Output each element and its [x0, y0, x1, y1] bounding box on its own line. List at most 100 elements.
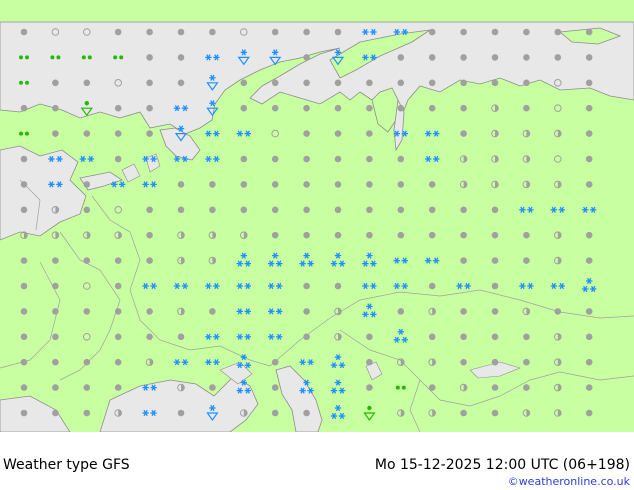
overcast-dot-icon — [240, 155, 248, 163]
overcast-dot-icon — [114, 104, 122, 112]
overcast-dot-icon — [52, 384, 59, 391]
overcast-dot-icon — [585, 79, 593, 87]
overcast-dot-icon — [523, 28, 530, 36]
overcast-dot-icon — [585, 54, 593, 61]
overcast-dot-icon — [585, 28, 593, 36]
overcast-dot-icon — [114, 308, 122, 315]
overcast-dot-icon — [460, 28, 467, 36]
overcast-dot-icon — [523, 104, 530, 112]
overcast-dot-icon — [52, 409, 59, 417]
overcast-dot-icon — [146, 28, 153, 36]
overcast-dot-icon — [177, 28, 185, 36]
overcast-dot-icon — [366, 181, 373, 188]
overcast-dot-icon — [460, 257, 467, 264]
overcast-dot-icon — [303, 155, 310, 163]
overcast-dot-icon — [146, 231, 153, 239]
overcast-dot-icon — [491, 333, 499, 341]
overcast-dot-icon — [83, 358, 91, 366]
overcast-dot-icon — [114, 130, 122, 137]
overcast-dot-icon — [585, 130, 593, 137]
overcast-dot-icon — [209, 308, 216, 315]
overcast-dot-icon — [240, 79, 248, 87]
overcast-dot-icon — [114, 257, 122, 264]
overcast-dot-icon — [209, 206, 216, 214]
overcast-dot-icon — [52, 282, 59, 290]
overcast-dot-icon — [585, 358, 593, 366]
overcast-dot-icon — [554, 28, 562, 36]
overcast-dot-icon — [397, 231, 405, 239]
overcast-dot-icon — [491, 28, 499, 36]
overcast-dot-icon — [428, 206, 436, 214]
overcast-dot-icon — [20, 257, 28, 264]
overcast-dot-icon — [491, 384, 499, 391]
credit-link[interactable]: ©weatheronline.co.uk — [508, 475, 630, 488]
overcast-dot-icon — [303, 409, 310, 417]
overcast-dot-icon — [20, 384, 28, 391]
overcast-dot-icon — [491, 257, 499, 264]
overcast-dot-icon — [585, 104, 593, 112]
overcast-dot-icon — [366, 206, 373, 214]
overcast-dot-icon — [585, 409, 593, 417]
overcast-dot-icon — [460, 231, 467, 239]
overcast-dot-icon — [428, 384, 436, 391]
overcast-dot-icon — [271, 104, 279, 112]
overcast-dot-icon — [460, 308, 467, 315]
map-title-model: Weather type GFS — [3, 457, 130, 473]
overcast-dot-icon — [146, 79, 153, 87]
overcast-dot-icon — [20, 104, 28, 112]
overcast-dot-icon — [303, 79, 310, 87]
overcast-dot-icon — [334, 28, 342, 36]
overcast-dot-icon — [397, 54, 405, 61]
overcast-dot-icon — [240, 181, 248, 188]
overcast-dot-icon — [428, 282, 436, 290]
overcast-dot-icon — [240, 104, 248, 112]
overcast-dot-icon — [397, 155, 405, 163]
overcast-dot-icon — [334, 155, 342, 163]
overcast-dot-icon — [83, 308, 91, 315]
overcast-dot-icon — [52, 333, 59, 341]
overcast-dot-icon — [20, 181, 28, 188]
overcast-dot-icon — [52, 130, 59, 137]
overcast-dot-icon — [177, 54, 185, 61]
overcast-dot-icon — [491, 231, 499, 239]
overcast-dot-icon — [366, 130, 373, 137]
overcast-dot-icon — [491, 358, 499, 366]
overcast-dot-icon — [428, 104, 436, 112]
overcast-dot-icon — [554, 54, 562, 61]
overcast-dot-icon — [428, 28, 436, 36]
overcast-dot-icon — [83, 181, 91, 188]
overcast-dot-icon — [20, 206, 28, 214]
overcast-dot-icon — [114, 282, 122, 290]
overcast-dot-icon — [83, 79, 91, 87]
overcast-dot-icon — [334, 79, 342, 87]
overcast-dot-icon — [585, 384, 593, 391]
overcast-dot-icon — [397, 206, 405, 214]
overcast-dot-icon — [20, 409, 28, 417]
overcast-dot-icon — [52, 257, 59, 264]
overcast-dot-icon — [271, 181, 279, 188]
overcast-dot-icon — [83, 384, 91, 391]
overcast-dot-icon — [366, 104, 373, 112]
overcast-dot-icon — [52, 358, 59, 366]
overcast-dot-icon — [554, 308, 562, 315]
overcast-dot-icon — [271, 28, 279, 36]
overcast-dot-icon — [460, 358, 467, 366]
overcast-dot-icon — [334, 104, 342, 112]
overcast-dot-icon — [177, 79, 185, 87]
overcast-dot-icon — [146, 130, 153, 137]
overcast-dot-icon — [146, 104, 153, 112]
overcast-dot-icon — [460, 409, 467, 417]
overcast-dot-icon — [209, 181, 216, 188]
overcast-dot-icon — [271, 358, 279, 366]
overcast-dot-icon — [271, 409, 279, 417]
overcast-dot-icon — [52, 308, 59, 315]
overcast-dot-icon — [20, 333, 28, 341]
overcast-dot-icon — [146, 308, 153, 315]
overcast-dot-icon — [271, 206, 279, 214]
overcast-dot-icon — [460, 333, 467, 341]
overcast-dot-icon — [460, 206, 467, 214]
map-valid-time: Mo 15-12-2025 12:00 UTC (06+198) — [374, 457, 630, 473]
overcast-dot-icon — [397, 308, 405, 315]
overcast-dot-icon — [146, 206, 153, 214]
overcast-dot-icon — [83, 257, 91, 264]
